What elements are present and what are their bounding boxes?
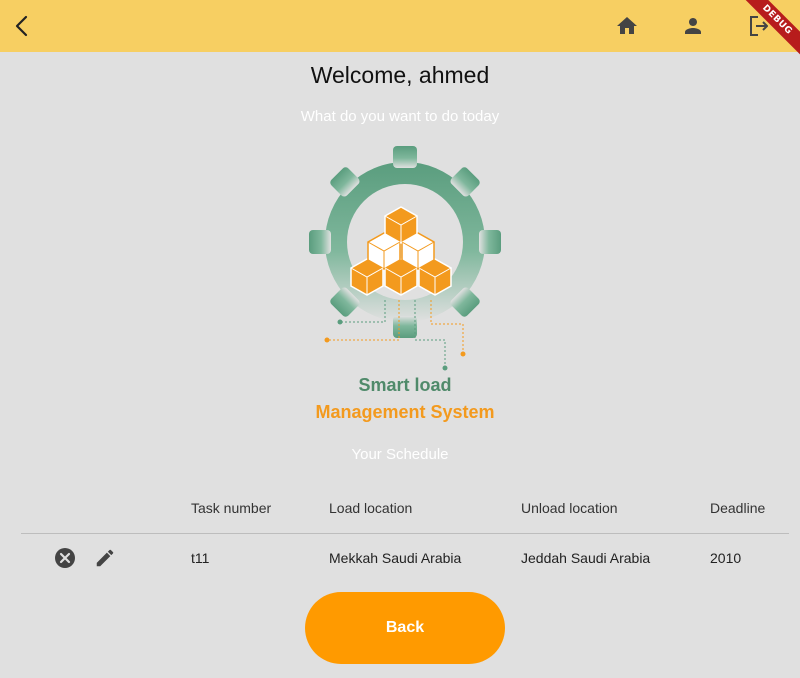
delete-task-button[interactable]	[53, 546, 77, 570]
load-location-cell: Mekkah Saudi Arabia	[329, 550, 462, 566]
back-button[interactable]: Back	[305, 592, 505, 664]
profile-button[interactable]	[675, 8, 711, 44]
task-number-cell: t11	[191, 550, 210, 566]
edit-task-button[interactable]	[93, 546, 117, 570]
column-header-deadline: Deadline	[710, 500, 766, 516]
table-row: t11 Mekkah Saudi Arabia Jeddah Saudi Ara…	[21, 534, 789, 582]
schedule-table: Task number Load location Unload locatio…	[21, 483, 789, 582]
arrow-back-icon	[15, 15, 28, 37]
cancel-icon	[55, 548, 75, 568]
subtitle: What do you want to do today	[300, 108, 500, 125]
home-icon	[617, 17, 637, 34]
logo-line1: Smart load	[358, 375, 451, 395]
column-header-unload: Unload location	[521, 500, 618, 516]
table-header: Task number Load location Unload locatio…	[21, 483, 789, 534]
unload-location-cell: Jeddah Saudi Arabia	[521, 550, 651, 566]
debug-banner: DEBUG	[740, 0, 800, 60]
schedule-title: Your Schedule	[351, 446, 449, 463]
home-button[interactable]	[609, 8, 645, 44]
person-icon	[685, 18, 701, 34]
edit-icon	[96, 549, 114, 567]
smart-load-logo: Smart load Management System	[309, 146, 501, 422]
welcome-title: Welcome, ahmed	[310, 62, 490, 88]
logo-line2: Management System	[315, 402, 494, 422]
back-arrow-button[interactable]	[4, 8, 40, 44]
app-bar: DEBUG	[0, 0, 800, 58]
column-header-task: Task number	[191, 500, 272, 516]
debug-label: DEBUG	[740, 0, 800, 58]
column-header-load: Load location	[329, 500, 413, 516]
deadline-cell: 2010	[710, 550, 742, 566]
